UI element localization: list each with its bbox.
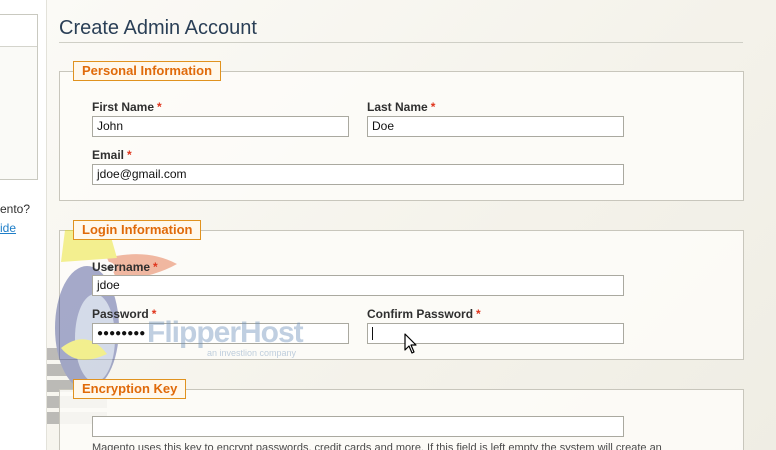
email-label: Email * [92, 148, 132, 162]
page-title: Create Admin Account [59, 17, 257, 39]
username-input[interactable]: jdoe [92, 275, 624, 296]
required-marker: * [153, 260, 158, 274]
sidebar-panel [0, 14, 38, 180]
sidebar-panel-header [0, 15, 37, 47]
text-caret [372, 327, 373, 340]
required-marker: * [157, 100, 162, 114]
password-label: Password * [92, 307, 157, 321]
confirm-password-label: Confirm Password * [367, 307, 481, 321]
personal-information-legend: Personal Information [73, 61, 222, 81]
sidebar-question: ento? [0, 202, 31, 216]
first-name-label: First Name * [92, 100, 162, 114]
encryption-key-note: Magento uses this key to encrypt passwor… [92, 442, 662, 450]
required-marker: * [430, 100, 436, 114]
email-input[interactable]: jdoe@gmail.com [92, 164, 624, 185]
login-information-legend: Login Information [73, 220, 202, 240]
left-sidebar: ento? ide [0, 0, 46, 450]
encryption-key-legend: Encryption Key [73, 379, 187, 399]
mouse-pointer-icon [404, 333, 417, 354]
required-marker: * [151, 307, 157, 321]
required-marker: * [127, 148, 132, 162]
required-marker: * [476, 307, 481, 321]
sidebar-guide-link[interactable]: ide [0, 221, 16, 235]
first-name-input[interactable]: John [92, 116, 349, 137]
main-content: Create Admin Account Personal Informatio… [46, 0, 776, 450]
last-name-input[interactable]: Doe [367, 116, 624, 137]
last-name-label: Last Name * [367, 100, 436, 114]
password-input[interactable]: ●●●●●●●● [92, 323, 349, 344]
username-label: Username * [92, 260, 158, 274]
title-divider [59, 42, 743, 43]
encryption-key-input[interactable] [92, 416, 624, 437]
